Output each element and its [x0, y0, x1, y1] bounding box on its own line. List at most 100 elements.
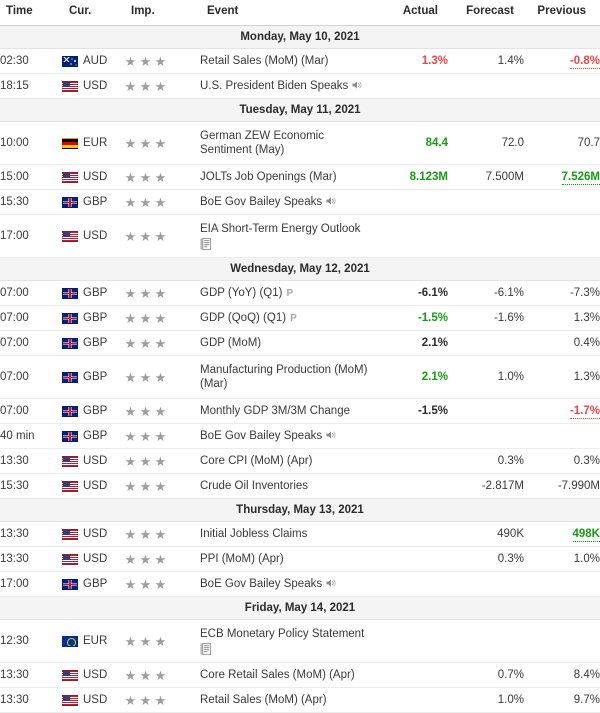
flag-icon-gbp [62, 288, 78, 299]
speaker-icon[interactable] [326, 430, 337, 440]
actual-value: 8.123M [410, 171, 448, 183]
event-row[interactable]: 12:30EUR★★★ECB Monetary Policy Statement [0, 620, 600, 663]
event-title[interactable]: Manufacturing Production (MoM) (Mar) [200, 364, 367, 390]
event-title[interactable]: PPI (MoM) (Apr) [200, 553, 284, 565]
previous-cell: 498K [524, 522, 600, 547]
column-header-importance[interactable]: Imp. [124, 0, 200, 26]
event-title[interactable]: GDP (MoM) [200, 337, 261, 349]
previous-cell: -7.3% [524, 281, 600, 306]
column-header-actual[interactable]: Actual [372, 0, 448, 26]
star-icon: ★ [124, 80, 137, 93]
currency-code: USD [83, 480, 107, 492]
importance-stars[interactable]: ★★★ [124, 528, 200, 541]
event-row[interactable]: 17:00USD★★★EIA Short-Term Energy Outlook [0, 215, 600, 258]
event-row[interactable]: 18:15USD★★★U.S. President Biden Speaks [0, 74, 600, 99]
importance-stars[interactable]: ★★★ [124, 55, 200, 68]
column-header-time[interactable]: Time [0, 0, 62, 26]
importance-stars[interactable]: ★★★ [124, 635, 200, 648]
importance-stars[interactable]: ★★★ [124, 137, 200, 150]
importance-stars[interactable]: ★★★ [124, 553, 200, 566]
actual-cell [372, 522, 448, 547]
event-title[interactable]: U.S. President Biden Speaks [200, 80, 348, 92]
forecast-cell: 1.0% [448, 688, 524, 713]
event-title[interactable]: Monthly GDP 3M/3M Change [200, 405, 350, 417]
star-icon: ★ [139, 430, 152, 443]
importance-stars[interactable]: ★★★ [124, 337, 200, 350]
event-row[interactable]: 13:30USD★★★Retail Sales (MoM) (Apr)1.0%9… [0, 688, 600, 713]
document-icon[interactable] [200, 643, 211, 655]
event-row[interactable]: 15:00USD★★★JOLTs Job Openings (Mar)8.123… [0, 165, 600, 190]
previous-cell: 1.0% [524, 547, 600, 572]
importance-stars[interactable]: ★★★ [124, 171, 200, 184]
event-title[interactable]: Crude Oil Inventories [200, 480, 308, 492]
event-title[interactable]: GDP (QoQ) (Q1) [200, 312, 286, 324]
event-title[interactable]: German ZEW Economic Sentiment (May) [200, 130, 324, 156]
star-icon: ★ [154, 528, 167, 541]
event-title[interactable]: GDP (YoY) (Q1) [200, 287, 282, 299]
importance-stars[interactable]: ★★★ [124, 405, 200, 418]
previous-cell: 70.7 [524, 122, 600, 165]
event-row[interactable]: 07:00GBP★★★Manufacturing Production (MoM… [0, 356, 600, 399]
event-time: 15:00 [0, 165, 62, 190]
actual-value: -1.5% [418, 312, 448, 324]
event-row[interactable]: 07:00GBP★★★Monthly GDP 3M/3M Change-1.5%… [0, 399, 600, 424]
column-header-forecast[interactable]: Forecast [448, 0, 524, 26]
importance-stars[interactable]: ★★★ [124, 455, 200, 468]
event-time: 12:30 [0, 620, 62, 663]
speaker-icon[interactable] [326, 578, 337, 588]
speaker-icon[interactable] [326, 196, 337, 206]
importance-stars[interactable]: ★★★ [124, 480, 200, 493]
event-row[interactable]: 02:30AUD★★★Retail Sales (MoM) (Mar)1.3%1… [0, 49, 600, 74]
importance-stars[interactable]: ★★★ [124, 578, 200, 591]
event-row[interactable]: 17:00GBP★★★BoE Gov Bailey Speaks [0, 572, 600, 597]
column-header-previous[interactable]: Previous [524, 0, 600, 26]
event-cell: JOLTs Job Openings (Mar) [200, 165, 372, 190]
importance-stars[interactable]: ★★★ [124, 80, 200, 93]
event-row[interactable]: 07:00GBP★★★GDP (MoM)2.1%0.4% [0, 331, 600, 356]
event-row[interactable]: 13:30USD★★★Initial Jobless Claims490K498… [0, 522, 600, 547]
event-row[interactable]: 07:00GBP★★★GDP (YoY) (Q1)P-6.1%-6.1%-7.3… [0, 281, 600, 306]
event-title[interactable]: Core CPI (MoM) (Apr) [200, 455, 312, 467]
importance-stars[interactable]: ★★★ [124, 694, 200, 707]
star-icon: ★ [139, 230, 152, 243]
event-title[interactable]: Core Retail Sales (MoM) (Apr) [200, 669, 355, 681]
importance-stars[interactable]: ★★★ [124, 312, 200, 325]
importance-stars[interactable]: ★★★ [124, 196, 200, 209]
importance-stars[interactable]: ★★★ [124, 371, 200, 384]
event-time: 13:30 [0, 522, 62, 547]
star-icon: ★ [124, 528, 137, 541]
event-row[interactable]: 15:30GBP★★★BoE Gov Bailey Speaks [0, 190, 600, 215]
event-title[interactable]: Initial Jobless Claims [200, 528, 307, 540]
column-header-currency[interactable]: Cur. [62, 0, 124, 26]
event-row[interactable]: 13:30USD★★★Core CPI (MoM) (Apr)0.3%0.3% [0, 449, 600, 474]
event-title[interactable]: BoE Gov Bailey Speaks [200, 196, 322, 208]
importance-stars[interactable]: ★★★ [124, 669, 200, 682]
event-row[interactable]: 13:30USD★★★Core Retail Sales (MoM) (Apr)… [0, 663, 600, 688]
column-header-event[interactable]: Event [200, 0, 372, 26]
document-icon[interactable] [200, 238, 211, 250]
event-row[interactable]: 40 minGBP★★★BoE Gov Bailey Speaks [0, 424, 600, 449]
event-title[interactable]: BoE Gov Bailey Speaks [200, 578, 322, 590]
event-row[interactable]: 15:30USD★★★Crude Oil Inventories-2.817M-… [0, 474, 600, 499]
event-title[interactable]: EIA Short-Term Energy Outlook [200, 223, 360, 235]
event-row[interactable]: 07:00GBP★★★GDP (QoQ) (Q1)P-1.5%-1.6%1.3% [0, 306, 600, 331]
forecast-value: 7.500M [486, 171, 524, 183]
event-row[interactable]: 13:30USD★★★PPI (MoM) (Apr)0.3%1.0% [0, 547, 600, 572]
forecast-cell [448, 215, 524, 258]
event-title[interactable]: JOLTs Job Openings (Mar) [200, 171, 337, 183]
event-importance-cell: ★★★ [124, 449, 200, 474]
star-icon: ★ [139, 312, 152, 325]
speaker-icon[interactable] [352, 80, 363, 90]
event-time: 07:00 [0, 356, 62, 399]
event-row[interactable]: 10:00EUR★★★German ZEW Economic Sentiment… [0, 122, 600, 165]
importance-stars[interactable]: ★★★ [124, 430, 200, 443]
event-title[interactable]: ECB Monetary Policy Statement [200, 628, 364, 640]
event-currency-cell: USD [62, 522, 124, 547]
importance-stars[interactable]: ★★★ [124, 287, 200, 300]
event-title[interactable]: BoE Gov Bailey Speaks [200, 430, 322, 442]
event-title[interactable]: Retail Sales (MoM) (Apr) [200, 694, 327, 706]
importance-stars[interactable]: ★★★ [124, 230, 200, 243]
currency-code: EUR [83, 137, 107, 149]
event-title[interactable]: Retail Sales (MoM) (Mar) [200, 55, 328, 67]
actual-cell [372, 620, 448, 663]
